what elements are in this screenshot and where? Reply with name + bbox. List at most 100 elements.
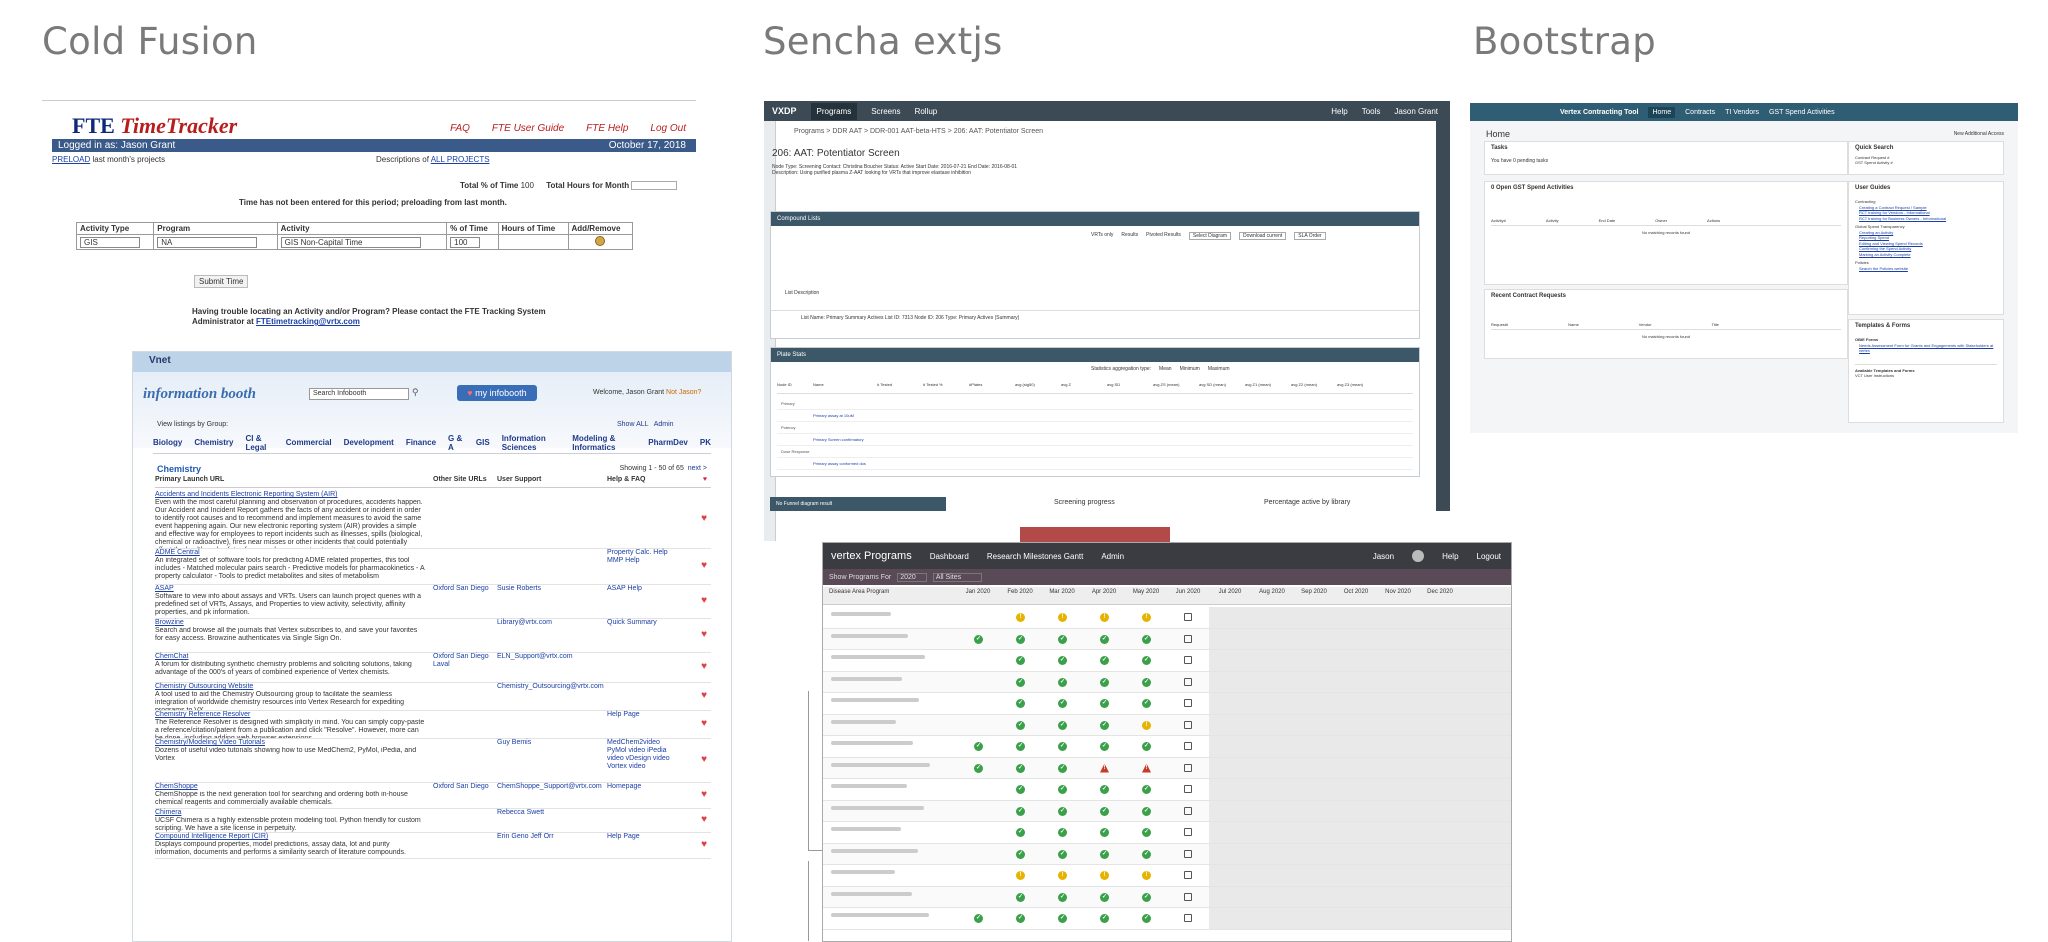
table-row[interactable]: ✓ ✓ ✓!! <box>823 757 1511 779</box>
stats-col-header[interactable]: avg (sig50) <box>1015 382 1035 387</box>
status-ok-icon[interactable]: ✓ <box>1100 785 1109 794</box>
cat-ci-legal[interactable]: CI & Legal <box>245 434 273 452</box>
favorite-heart-icon[interactable]: ♥ <box>701 755 707 765</box>
launch-link[interactable]: ASAP <box>155 585 425 593</box>
tab-screens[interactable]: Screens <box>871 107 900 116</box>
status-ok-icon[interactable]: ✓ <box>1100 720 1109 730</box>
cat-pharmdev[interactable]: PharmDev <box>648 438 688 447</box>
qs-gst[interactable]: GST Spend Activity # <box>1855 160 1997 165</box>
stats-col-header[interactable]: avg Z <box>1061 382 1071 387</box>
edit-icon[interactable] <box>1184 677 1192 686</box>
favorite-heart-icon[interactable]: ♥ <box>701 514 707 524</box>
favorite-heart-icon[interactable]: ♥ <box>701 596 707 606</box>
status-ok-icon[interactable]: ✓ <box>974 742 983 751</box>
status-ok-icon[interactable]: ✓ <box>1016 742 1025 751</box>
stats-col-header[interactable]: #Plates <box>969 382 982 387</box>
status-warning-icon[interactable]: ! <box>1058 871 1067 880</box>
sites-select[interactable]: All Sites <box>932 572 983 582</box>
launch-link[interactable]: Compound Intelligence Report (CIR) <box>155 833 425 841</box>
stats-col-header[interactable]: avg SD (mean) <box>1199 382 1226 387</box>
status-ok-icon[interactable]: ✓ <box>1016 914 1025 923</box>
status-ok-icon[interactable]: ✓ <box>1058 656 1067 665</box>
cat-biology[interactable]: Biology <box>153 438 182 447</box>
edit-icon[interactable] <box>1184 871 1192 879</box>
status-ok-icon[interactable]: ✓ <box>1142 892 1151 902</box>
status-ok-icon[interactable]: ✓ <box>1100 849 1109 859</box>
status-ok-icon[interactable]: ✓ <box>1100 806 1109 816</box>
status-ok-icon[interactable]: ✓ <box>1142 677 1151 687</box>
status-ok-icon[interactable]: ✓ <box>1142 785 1151 794</box>
table-row[interactable]: ✓ ✓ ✓ ✓ <box>823 886 1511 908</box>
status-ok-icon[interactable]: ✓ <box>1058 828 1067 837</box>
status-ok-icon[interactable]: ✓ <box>1100 892 1109 902</box>
nav-faq-link[interactable]: FAQ <box>450 123 470 134</box>
favorite-heart-icon[interactable]: ♥ <box>701 815 707 825</box>
submit-time-button[interactable]: Submit Time <box>194 275 249 288</box>
status-ok-icon[interactable]: ✓ <box>1142 914 1151 923</box>
tab-dashboard[interactable]: Dashboard <box>930 552 969 561</box>
status-ok-icon[interactable]: ✓ <box>974 763 983 773</box>
nav-gst[interactable]: GST Spend Activities <box>1769 109 1835 116</box>
edit-icon[interactable] <box>1184 914 1192 922</box>
cat-commercial[interactable]: Commercial <box>286 438 332 447</box>
status-ok-icon[interactable]: ✓ <box>1142 699 1151 708</box>
admin-email-link[interactable]: FTEtimetracking@vrtx.com <box>256 317 360 326</box>
cat-development[interactable]: Development <box>344 438 394 447</box>
user-support[interactable]: ChemShoppe_Support@vrtx.com <box>497 783 603 791</box>
launch-link[interactable]: Chimera <box>155 809 425 817</box>
launch-link[interactable]: Accidents and Incidents Electronic Repor… <box>155 491 425 499</box>
download-current-button[interactable]: Download current <box>1239 232 1287 240</box>
launch-link[interactable]: ChemShoppe <box>155 783 425 791</box>
sencha-user[interactable]: Jason Grant <box>1394 107 1438 116</box>
table-row[interactable]: !!!! <box>823 607 1511 629</box>
obie-link[interactable]: Needs Assessment Form for Grants and Eng… <box>1855 343 1997 354</box>
cat-chemistry[interactable]: Chemistry <box>194 438 233 447</box>
stat-max[interactable]: Maximum <box>1208 366 1230 372</box>
status-warning-icon[interactable]: ! <box>1100 871 1109 880</box>
sencha-right-panel[interactable] <box>1436 121 1450 511</box>
status-ok-icon[interactable]: ✓ <box>1100 677 1109 687</box>
programs-user[interactable]: Jason <box>1373 552 1394 561</box>
help-faq[interactable]: Homepage <box>607 783 677 791</box>
program-select[interactable]: NA <box>157 236 258 248</box>
status-ok-icon[interactable]: ✓ <box>1016 892 1025 902</box>
favorite-heart-icon[interactable]: ♥ <box>701 719 707 729</box>
user-support[interactable]: Susie Roberts <box>497 585 603 593</box>
stat-mean[interactable]: Mean <box>1159 366 1172 372</box>
stats-row[interactable]: Primary assay at 10uM <box>777 410 1413 422</box>
table-row[interactable]: ✓ ✓ ✓ ✓ <box>823 693 1511 715</box>
status-ok-icon[interactable]: ✓ <box>1016 828 1025 837</box>
status-ok-icon[interactable]: ✓ <box>1100 656 1109 665</box>
launch-link[interactable]: Browzine <box>155 619 425 627</box>
status-ok-icon[interactable]: ✓ <box>1100 634 1109 644</box>
edit-icon[interactable] <box>1184 634 1192 643</box>
sencha-tools[interactable]: Tools <box>1362 107 1381 116</box>
stats-col-header[interactable]: avg Z2 (mean) <box>1291 382 1317 387</box>
next-page-link[interactable]: next > <box>688 465 707 472</box>
launch-link[interactable]: ADME Central <box>155 549 425 557</box>
user-support[interactable]: Rebecca Swett <box>497 809 603 817</box>
avatar[interactable] <box>1412 550 1425 562</box>
status-ok-icon[interactable]: ✓ <box>1058 763 1067 773</box>
nav-user-guide-link[interactable]: FTE User Guide <box>492 123 564 134</box>
stats-col-header[interactable]: avg ZS (mean) <box>1153 382 1179 387</box>
status-ok-icon[interactable]: ✓ <box>1100 699 1109 708</box>
stats-row[interactable]: Primary Screen confirmatory <box>777 434 1413 446</box>
table-row[interactable]: ✓ ✓ ✓ ✓ ✓ <box>823 736 1511 758</box>
user-support[interactable]: Chemistry_Outsourcing@vrtx.com <box>497 683 604 691</box>
status-warning-icon[interactable]: ! <box>1016 613 1025 622</box>
table-row[interactable]: ✓ ✓ ✓ ✓ ✓ <box>823 628 1511 650</box>
table-row[interactable]: !!!! <box>823 865 1511 887</box>
stats-row[interactable]: Primary <box>777 398 1413 410</box>
other-sites[interactable]: Oxford San Diego <box>433 783 493 791</box>
launch-link[interactable]: ChemChat <box>155 653 425 661</box>
status-alert-icon[interactable]: ! <box>1100 763 1109 773</box>
new-access-link[interactable]: New Additional Access <box>1954 131 2004 137</box>
status-ok-icon[interactable]: ✓ <box>1058 806 1067 816</box>
status-ok-icon[interactable]: ✓ <box>1058 677 1067 687</box>
tab-gantt[interactable]: Research Milestones Gantt <box>987 552 1084 561</box>
launch-link[interactable]: Chemistry Outsourcing Website <box>155 683 425 691</box>
opt-pivoted[interactable]: Pivoted Results <box>1146 232 1181 240</box>
edit-icon[interactable] <box>1184 763 1192 772</box>
cat-finance[interactable]: Finance <box>406 438 436 447</box>
